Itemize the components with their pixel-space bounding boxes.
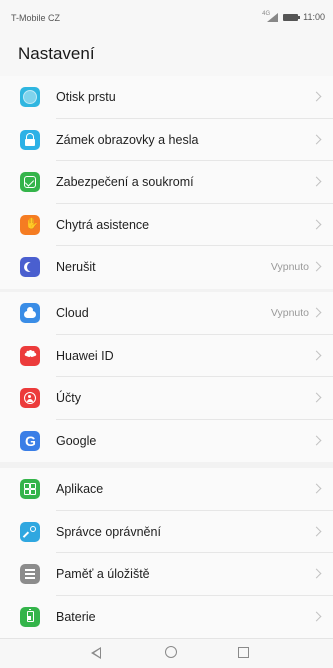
settings-item-value: Vypnuto: [270, 261, 309, 274]
chevron-right-icon: [311, 350, 322, 361]
page-title: Nastavení: [18, 44, 95, 63]
settings-item-security-privacy[interactable]: Zabezpečení a soukromí: [0, 161, 333, 204]
battery-settings-icon: [20, 606, 40, 627]
chevron-right-icon: [311, 611, 322, 622]
chevron-right-icon: [311, 568, 322, 579]
battery-icon: [283, 13, 301, 21]
chevron-right-icon: [311, 392, 322, 403]
settings-item-label: Zabezpečení a soukromí: [56, 175, 194, 190]
chevron-right-icon: [311, 219, 322, 230]
settings-item-fingerprint[interactable]: Otisk prstu: [0, 76, 333, 119]
settings-item-apps[interactable]: Aplikace: [0, 468, 333, 511]
title-bar: Nastavení: [0, 34, 333, 76]
settings-item-label: Cloud: [56, 306, 89, 321]
settings-item-label: Správce oprávnění: [56, 524, 161, 539]
settings-group-security: Otisk prstu Zámek obrazovky a hesla Zabe…: [0, 76, 333, 289]
signal-4g-icon: [262, 11, 279, 22]
account-icon: [20, 388, 40, 409]
hand-icon: ✋: [20, 214, 40, 235]
chevron-right-icon: [311, 134, 322, 145]
chevron-right-icon: [311, 526, 322, 537]
settings-item-label: Chytrá asistence: [56, 217, 150, 232]
settings-item-cloud[interactable]: Cloud Vypnuto: [0, 292, 333, 335]
settings-group-accounts: Cloud Vypnuto Huawei ID Účty G Google: [0, 292, 333, 462]
recent-square-icon[interactable]: [238, 647, 249, 658]
apps-grid-icon: [20, 479, 40, 500]
back-triangle-icon[interactable]: [91, 647, 101, 659]
settings-item-label: Baterie: [56, 609, 96, 624]
chevron-right-icon: [311, 435, 322, 446]
google-icon: G: [20, 430, 40, 451]
key-icon: [20, 521, 40, 542]
settings-item-label: Účty: [56, 391, 81, 406]
huawei-logo-icon: [20, 345, 40, 366]
chevron-right-icon: [311, 483, 322, 494]
settings-item-memory-storage[interactable]: Paměť a úložiště: [0, 553, 333, 596]
settings-screen: T-Mobile CZ 11:00 Nastavení Otisk prstu …: [0, 0, 333, 668]
settings-item-battery[interactable]: Baterie: [0, 596, 333, 639]
status-indicators: 11:00: [262, 11, 325, 23]
cloud-icon: [20, 303, 40, 324]
settings-item-label: Huawei ID: [56, 348, 114, 363]
settings-group-device: Aplikace Správce oprávnění Paměť a úloži…: [0, 468, 333, 638]
settings-item-label: Otisk prstu: [56, 90, 116, 105]
lock-icon: [20, 129, 40, 150]
moon-icon: [20, 257, 40, 278]
settings-item-label: Zámek obrazovky a hesla: [56, 132, 199, 147]
chevron-right-icon: [311, 261, 322, 272]
settings-item-label: Aplikace: [56, 482, 104, 497]
clock: 11:00: [303, 12, 325, 22]
settings-item-screen-lock[interactable]: Zámek obrazovky a hesla: [0, 119, 333, 161]
settings-item-huawei-id[interactable]: Huawei ID: [0, 335, 333, 377]
fingerprint-icon: [20, 87, 40, 108]
settings-item-accounts[interactable]: Účty: [0, 377, 333, 420]
shield-check-icon: [20, 172, 40, 193]
settings-item-do-not-disturb[interactable]: Nerušit Vypnuto: [0, 246, 333, 289]
settings-item-permission-manager[interactable]: Správce oprávnění: [0, 511, 333, 553]
settings-item-google[interactable]: G Google: [0, 420, 333, 463]
home-circle-icon[interactable]: [165, 646, 177, 658]
chevron-right-icon: [311, 91, 322, 102]
settings-item-label: Nerušit: [56, 260, 96, 275]
navigation-bar: [0, 638, 333, 668]
chevron-right-icon: [311, 307, 322, 318]
status-bar: T-Mobile CZ 11:00: [0, 0, 333, 34]
carrier-name: T-Mobile CZ: [11, 13, 61, 23]
settings-item-value: Vypnuto: [270, 307, 309, 320]
settings-item-smart-assistance[interactable]: ✋ Chytrá asistence: [0, 204, 333, 246]
settings-item-label: Paměť a úložiště: [56, 567, 150, 582]
storage-icon: [20, 564, 40, 585]
settings-item-label: Google: [56, 433, 97, 448]
chevron-right-icon: [311, 176, 322, 187]
